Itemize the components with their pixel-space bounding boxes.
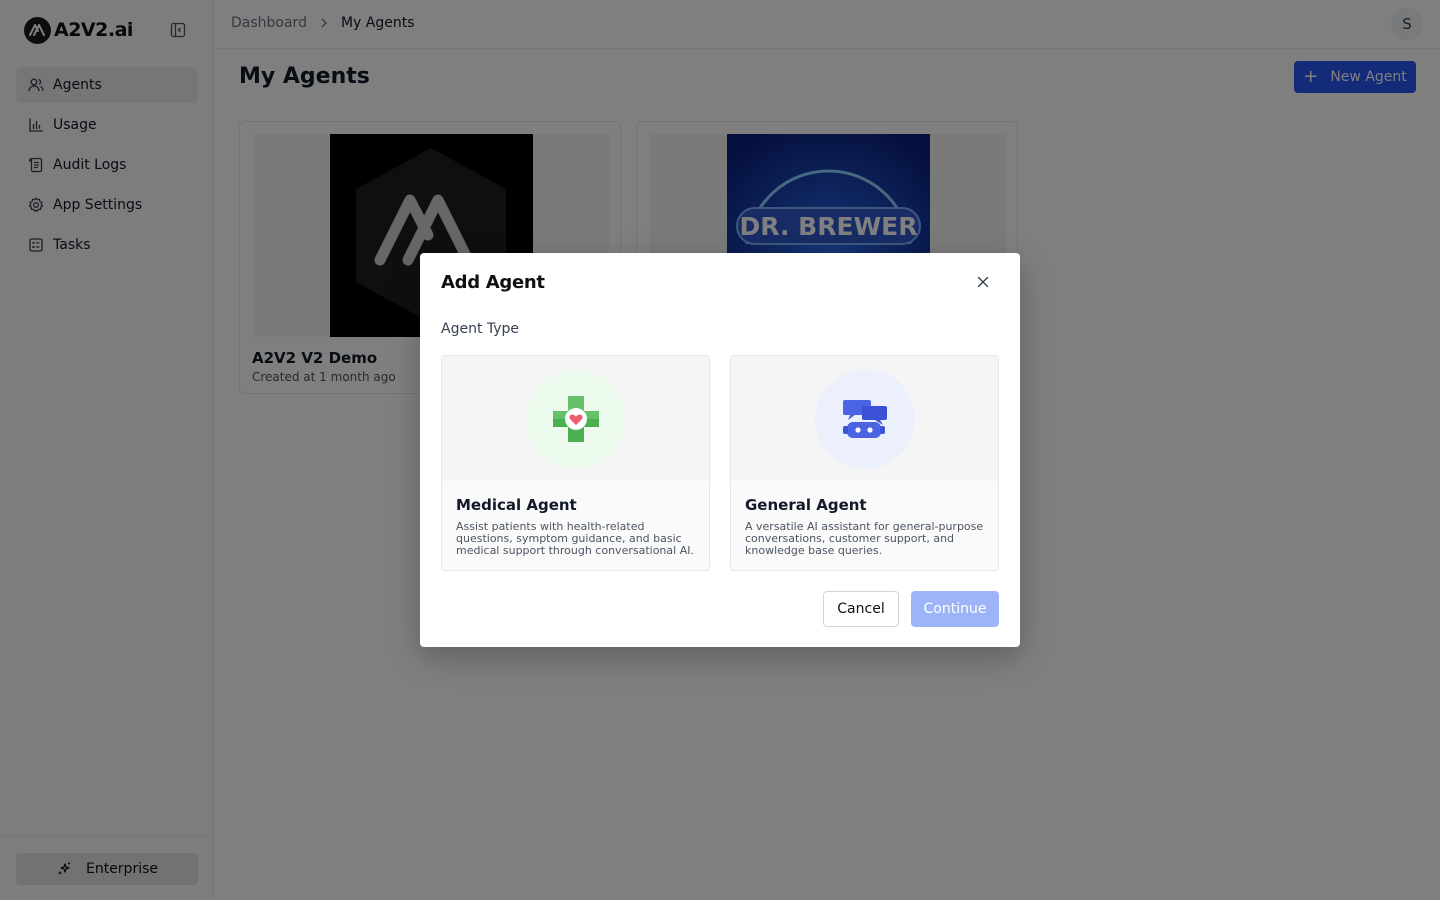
general-agent-option[interactable]: General Agent A versatile AI assistant f…	[730, 355, 999, 571]
option-icon-area	[442, 356, 709, 481]
medical-cross-icon	[525, 368, 626, 469]
medical-agent-option[interactable]: Medical Agent Assist patients with healt…	[441, 355, 710, 571]
agent-type-label: Agent Type	[441, 321, 520, 337]
continue-button[interactable]: Continue	[911, 591, 999, 627]
close-icon[interactable]	[973, 272, 993, 292]
option-icon-area	[731, 356, 998, 481]
dialog-title: Add Agent	[441, 272, 545, 293]
option-title: Medical Agent	[456, 496, 577, 514]
option-description: Assist patients with health-related ques…	[456, 520, 694, 557]
cancel-button[interactable]: Cancel	[823, 591, 899, 627]
add-agent-dialog: Add Agent Agent Type Medical Agent Assis…	[420, 253, 1020, 647]
option-description: A versatile AI assistant for general-pur…	[745, 520, 984, 557]
option-title: General Agent	[745, 496, 867, 514]
robot-chat-icon	[814, 368, 915, 469]
